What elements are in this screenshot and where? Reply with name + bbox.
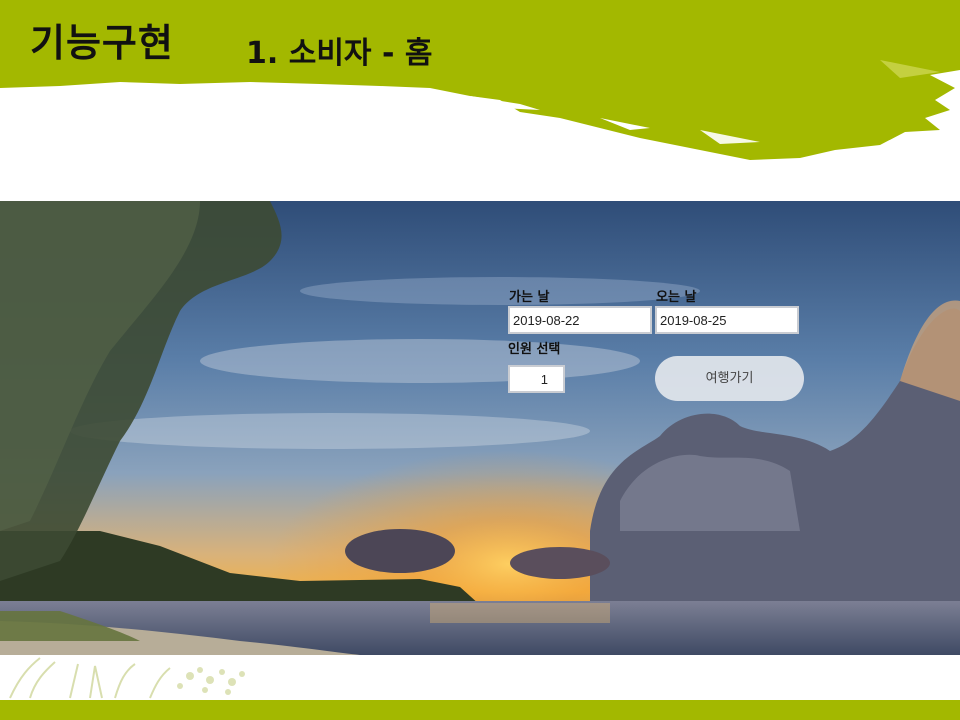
go-travel-button[interactable]: 여행가기 xyxy=(655,356,804,401)
return-date-label: 오는 날 xyxy=(656,290,697,305)
footer-bar xyxy=(0,700,960,720)
hero-section: 가는 날 오는 날 2019-08-22 2019-08-25 인원 선택 1 … xyxy=(0,201,960,655)
people-count-input[interactable]: 1 xyxy=(508,365,565,393)
departure-date-label: 가는 날 xyxy=(509,290,550,305)
people-select-label: 인원 선택 xyxy=(508,342,561,357)
page-title: 기능구현 xyxy=(30,21,174,65)
footer-leaf-decoration xyxy=(9,657,245,699)
page-subtitle: 1. 소비자 - 홈 xyxy=(246,36,433,71)
return-date-input[interactable]: 2019-08-25 xyxy=(655,306,799,334)
departure-date-input[interactable]: 2019-08-22 xyxy=(508,306,652,334)
sunset-beach-background xyxy=(0,201,960,655)
